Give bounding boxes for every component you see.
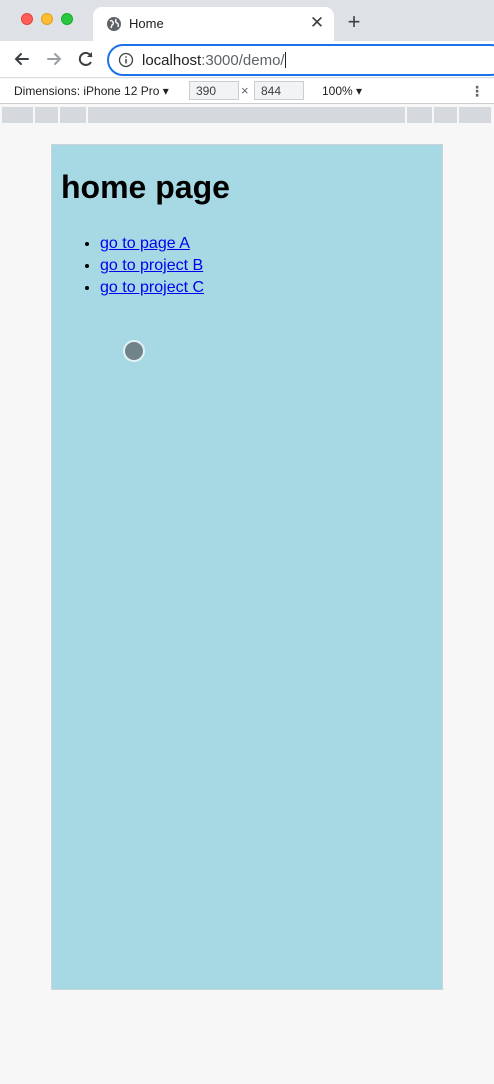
viewport-width-input[interactable]: 390 (189, 81, 239, 100)
more-options-icon[interactable]: ⋮ (470, 82, 484, 100)
media-query-bar[interactable] (88, 107, 405, 123)
link-page-a[interactable]: go to page A (100, 235, 190, 252)
browser-toolbar: localhost:3000/demo/ (0, 41, 494, 78)
page-title: home page (61, 169, 230, 205)
close-window-button[interactable] (21, 13, 33, 25)
info-icon[interactable] (118, 52, 134, 68)
device-viewport: home page go to page A go to project B g… (51, 144, 443, 990)
minimize-window-button[interactable] (41, 13, 53, 25)
device-dimensions-label: Dimensions: iPhone 12 Pro (14, 84, 160, 98)
dropdown-arrow-icon: ▾ (162, 84, 169, 98)
forward-arrow-icon[interactable] (44, 49, 64, 69)
media-query-bar[interactable] (459, 107, 491, 123)
dropdown-arrow-icon: ▾ (356, 84, 363, 98)
url-text[interactable]: localhost:3000/demo/ (142, 52, 286, 69)
device-dimensions-select[interactable]: Dimensions: iPhone 12 Pro ▾ (14, 84, 169, 98)
browser-window: Home ✕ + localhost:3000/demo/ Dimensions… (0, 0, 494, 1084)
tab-bar: Home ✕ + (0, 0, 494, 41)
link-project-b[interactable]: go to project B (100, 257, 203, 274)
media-query-ruler (0, 105, 494, 123)
viewport-height-input[interactable]: 844 (254, 81, 304, 100)
text-caret (284, 52, 286, 68)
link-list: go to page A go to project B go to proje… (100, 233, 204, 299)
url-host: localhost (142, 52, 202, 69)
media-query-bar[interactable] (35, 107, 58, 123)
link-project-c[interactable]: go to project C (100, 279, 204, 296)
globe-icon (106, 16, 122, 32)
new-tab-button[interactable]: + (344, 11, 364, 33)
url-path: :3000/demo/ (201, 52, 285, 69)
media-query-bar[interactable] (407, 107, 432, 123)
tab-home[interactable]: Home ✕ (93, 7, 334, 41)
maximize-window-button[interactable] (61, 13, 73, 25)
address-bar[interactable]: localhost:3000/demo/ (107, 44, 494, 76)
zoom-value: 100% (322, 84, 353, 98)
back-arrow-icon[interactable] (12, 49, 32, 69)
list-item: go to page A (100, 233, 204, 255)
media-query-bar[interactable] (2, 107, 33, 123)
touch-cursor-icon (123, 340, 145, 362)
list-item: go to project C (100, 277, 204, 299)
reload-icon[interactable] (76, 49, 96, 69)
media-query-bar[interactable] (60, 107, 86, 123)
list-item: go to project B (100, 255, 204, 277)
tab-title: Home (129, 16, 164, 31)
device-toolbar: Dimensions: iPhone 12 Pro ▾ 390 × 844 10… (0, 79, 494, 104)
media-query-bar[interactable] (434, 107, 457, 123)
zoom-select[interactable]: 100% ▾ (322, 84, 362, 98)
dimension-separator: × (241, 83, 249, 98)
tab-close-icon[interactable]: ✕ (308, 14, 326, 32)
